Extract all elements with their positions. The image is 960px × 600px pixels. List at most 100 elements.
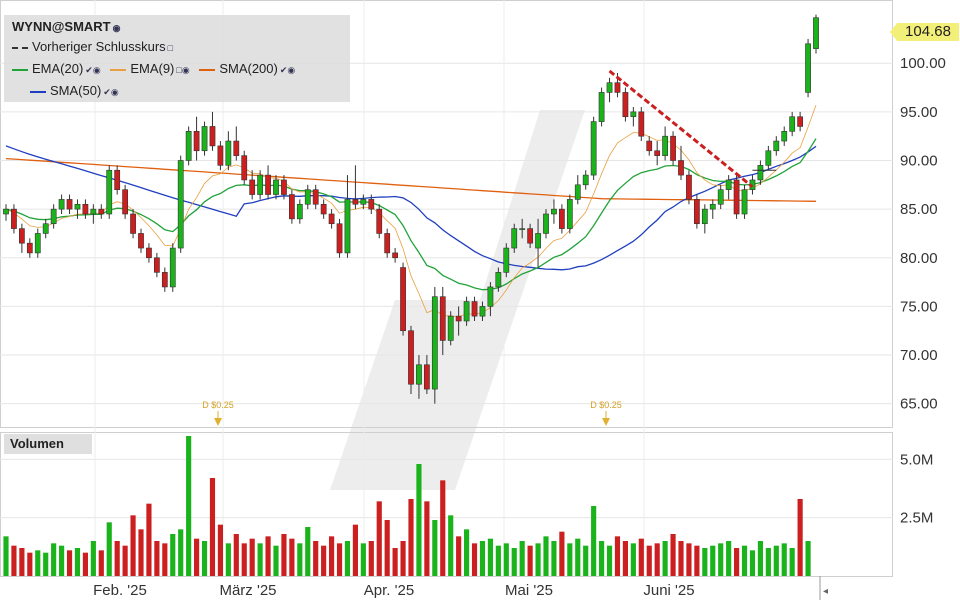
volume-bar [146, 503, 152, 576]
candle-body [606, 82, 613, 93]
x-tick-label: März '25 [219, 582, 276, 599]
volume-bar [448, 515, 454, 576]
candle-body [694, 199, 700, 225]
candle-body [622, 92, 629, 118]
candle-body [74, 203, 81, 210]
volume-bar [424, 501, 430, 576]
check-icon[interactable]: ✔◉ [85, 61, 100, 79]
volume-bar [368, 541, 374, 576]
volume-bar [773, 545, 779, 576]
price-tick-label: 90.00 [900, 153, 938, 170]
volume-bar [456, 536, 462, 576]
candle-body [225, 140, 232, 166]
candle-body [3, 208, 9, 215]
price-tick-label: 85.00 [900, 201, 938, 218]
candle-body [201, 126, 208, 152]
volume-bar [241, 543, 247, 576]
candle-body [209, 126, 216, 147]
check-icon[interactable]: □◉ [176, 61, 189, 79]
volume-bar [765, 548, 771, 576]
volume-bar [678, 541, 684, 576]
candle-body [161, 272, 168, 288]
x-tick-label: Feb. '25 [93, 582, 147, 599]
candle-body [130, 213, 136, 234]
volume-bar [19, 548, 25, 576]
volume-bar [638, 538, 644, 576]
candle-body [471, 301, 478, 317]
volume-bar [734, 548, 740, 576]
candle-body [805, 43, 811, 93]
candle-body [725, 179, 732, 190]
volume-bar [503, 543, 509, 576]
price-tick-label: 75.00 [900, 298, 938, 315]
candle-body [781, 131, 788, 142]
volume-bar [757, 541, 763, 576]
volume-bar [440, 480, 446, 576]
volume-bar [186, 436, 192, 576]
candle-body [773, 140, 780, 152]
volume-bar [686, 543, 692, 576]
volume-bar [265, 536, 271, 576]
volume-bar [805, 541, 811, 576]
volume-bar [138, 529, 144, 576]
candle-body [495, 272, 502, 288]
candle-body [122, 189, 128, 215]
symbol-row: WYNN@SMART ◉ [12, 18, 120, 36]
candle-body [138, 233, 144, 249]
candle-body [408, 330, 414, 385]
candle-body [400, 267, 406, 332]
volume-bar [130, 515, 136, 576]
last-price-badge: 104.68 [890, 23, 959, 41]
x-tick-label: Juni '25 [643, 582, 694, 599]
volume-bar [408, 499, 414, 576]
volume-bar [543, 536, 549, 576]
candle-body [566, 199, 573, 229]
checkbox-icon[interactable]: □ [168, 39, 173, 57]
volume-bar [336, 543, 343, 576]
legend-label: SMA(200) [219, 61, 278, 76]
candle-body [709, 203, 716, 210]
volume-bar [384, 520, 390, 576]
candle-body [98, 208, 105, 215]
price-tick-label: 80.00 [900, 250, 938, 267]
candle-body [265, 174, 271, 195]
candle-body [765, 150, 772, 166]
candle-body [392, 252, 398, 259]
dashed-line-icon [12, 46, 28, 49]
volume-bar [162, 543, 168, 576]
volume-bar [289, 538, 295, 576]
candle-body [511, 228, 518, 249]
candle-body [344, 199, 351, 254]
check-icon[interactable]: ✔◉ [280, 61, 295, 79]
volume-bar [471, 543, 478, 576]
volume-bar [59, 545, 65, 576]
candle-body [733, 179, 740, 215]
check-icon[interactable]: ✔◉ [103, 83, 118, 101]
volume-bar [662, 541, 668, 576]
volume-bar [122, 545, 128, 576]
candle-body [328, 213, 335, 225]
volume-bar [606, 545, 613, 576]
volume-bar [797, 499, 803, 576]
volume-bar [654, 543, 660, 576]
candle-body [551, 208, 557, 215]
volume-bar [583, 545, 589, 576]
candle-body [304, 189, 311, 205]
volume-bar [487, 538, 493, 576]
chart-legend: WYNN@SMART ◉ Vorheriger Schlusskurs □ EMA(… [4, 15, 350, 102]
settings-icon[interactable]: ◉ [113, 19, 121, 37]
candle-body [431, 296, 438, 390]
volume-bar [249, 538, 255, 576]
volume-bar [201, 541, 208, 576]
candle-body [296, 203, 303, 220]
line-icon [30, 90, 46, 93]
candle-body [503, 247, 510, 273]
price-tick-label: 65.00 [900, 396, 938, 413]
candle-body [177, 160, 184, 249]
candle-body [686, 174, 692, 200]
volume-bar [670, 534, 676, 576]
candle-body [646, 140, 653, 152]
candle-body [106, 169, 113, 215]
volume-bar [352, 524, 358, 576]
volume-bar [599, 541, 605, 576]
